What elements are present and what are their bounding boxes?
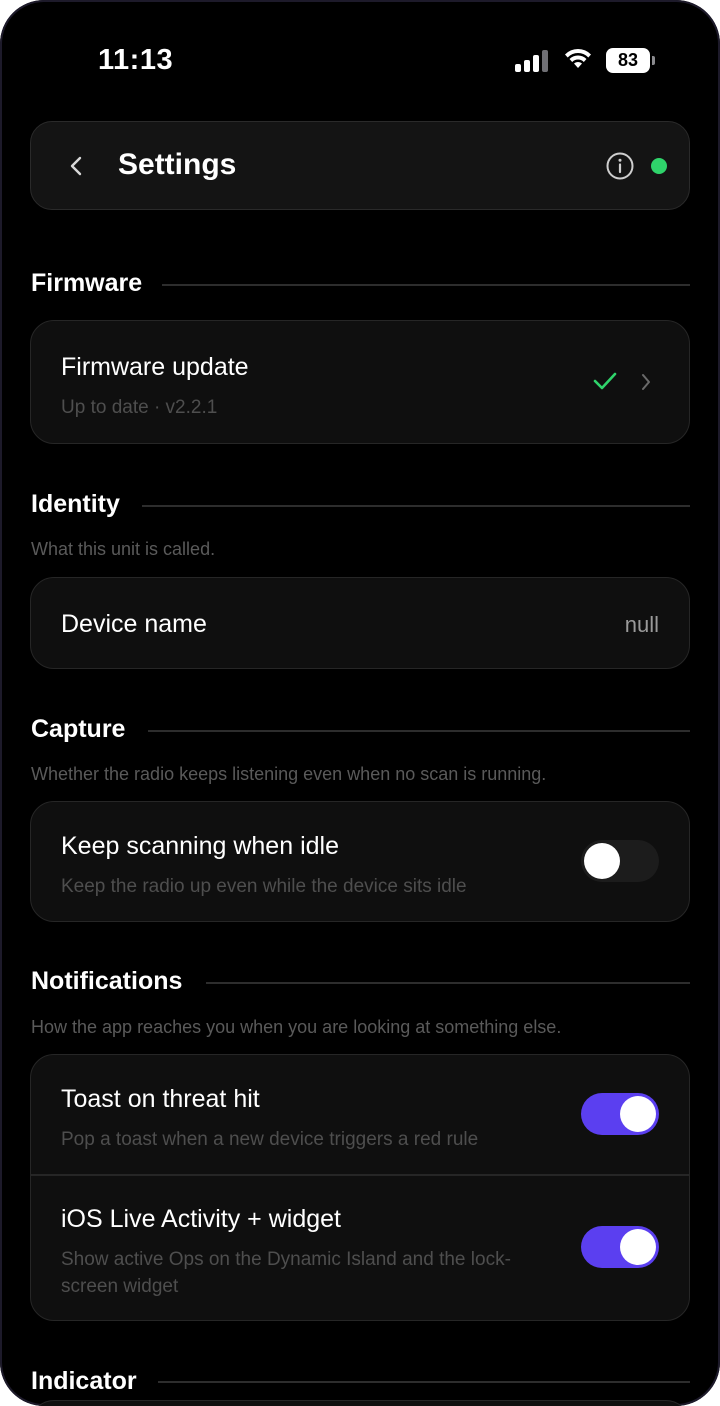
- toggle-knob: [584, 843, 620, 879]
- connection-status-dot: [651, 158, 667, 174]
- section-divider: [162, 284, 690, 286]
- section-description-capture: Whether the radio keeps listening even w…: [31, 764, 547, 784]
- live-activity-label: iOS Live Activity + widget: [61, 1205, 341, 1233]
- section-divider: [148, 730, 690, 732]
- info-icon[interactable]: [605, 151, 635, 181]
- back-button[interactable]: [61, 150, 91, 182]
- section-divider: [158, 1381, 690, 1383]
- keep-scanning-label: Keep scanning when idle: [61, 832, 339, 860]
- section-description-identity: What this unit is called.: [31, 539, 216, 559]
- phone-screen: 11:13 83 Settings Firmware Firmware upda…: [0, 0, 720, 1406]
- live-activity-toggle[interactable]: [581, 1226, 659, 1268]
- live-activity-description-line1: Show active Ops on the Dynamic Island an…: [61, 1249, 511, 1270]
- firmware-status-text: Up to date · v2.2.1: [61, 397, 218, 418]
- chevron-right-icon: [642, 374, 650, 390]
- battery-icon: 83: [606, 48, 656, 73]
- section-title-capture: Capture: [31, 715, 126, 743]
- notifications-card: Toast on threat hit Pop a toast when a n…: [30, 1054, 690, 1321]
- section-title-indicator: Indicator: [31, 1367, 137, 1395]
- section-description-notifications: How the app reaches you when you are loo…: [31, 1017, 562, 1037]
- firmware-update-label: Firmware update: [61, 353, 249, 381]
- toast-threat-label: Toast on threat hit: [61, 1085, 260, 1113]
- chevron-left-icon: [70, 156, 82, 176]
- section-title-identity: Identity: [31, 490, 120, 518]
- indicator-card: [30, 1400, 690, 1406]
- toast-threat-description: Pop a toast when a new device triggers a…: [61, 1129, 479, 1150]
- section-title-notifications: Notifications: [31, 967, 183, 995]
- firmware-update-row[interactable]: Firmware update Up to date · v2.2.1: [30, 320, 690, 444]
- toggle-knob: [620, 1096, 656, 1132]
- live-activity-description-line2: screen widget: [61, 1276, 179, 1297]
- wifi-icon: [565, 48, 591, 68]
- keep-scanning-toggle[interactable]: [581, 840, 659, 882]
- device-name-row[interactable]: Device name null: [30, 577, 690, 669]
- device-name-value: null: [624, 612, 659, 637]
- section-divider: [142, 505, 690, 507]
- check-icon: [593, 372, 617, 390]
- page-title: Settings: [118, 148, 237, 181]
- status-time: 11:13: [98, 44, 174, 76]
- row-divider: [31, 1174, 689, 1176]
- battery-level: 83: [606, 48, 650, 73]
- keep-scanning-row: Keep scanning when idle Keep the radio u…: [30, 801, 690, 922]
- section-title-firmware: Firmware: [31, 269, 143, 297]
- settings-header: Settings: [30, 121, 690, 210]
- device-name-label: Device name: [61, 610, 207, 638]
- cellular-signal-icon: [515, 50, 548, 72]
- keep-scanning-description: Keep the radio up even while the device …: [61, 876, 467, 897]
- toast-threat-toggle[interactable]: [581, 1093, 659, 1135]
- toggle-knob: [620, 1229, 656, 1265]
- section-divider: [206, 982, 690, 984]
